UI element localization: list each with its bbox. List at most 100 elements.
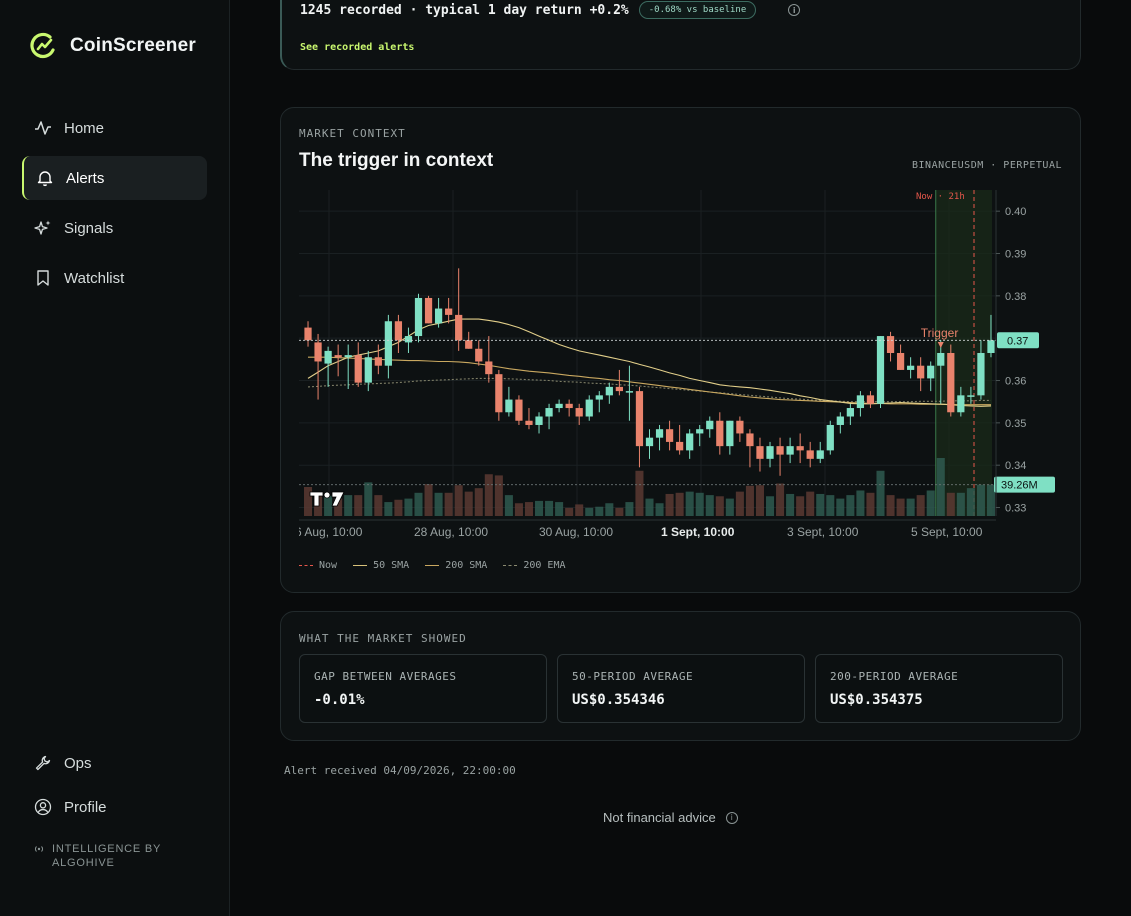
candle-body (515, 399, 523, 421)
volume-bar (856, 490, 865, 516)
sidebar-item-label: Signals (64, 219, 114, 237)
current-price-label: 0.37 (1007, 335, 1028, 347)
volume-bar (776, 483, 785, 516)
volume-bar (404, 498, 413, 516)
candle-body (856, 395, 865, 409)
volume-bar (816, 493, 825, 516)
market-context-title: The trigger in context (299, 150, 494, 171)
stat-label: GAP BETWEEN AVERAGES (314, 670, 457, 683)
volume-bar (625, 502, 634, 516)
candle-body (595, 395, 603, 400)
candle-body (706, 420, 714, 430)
sidebar-item-watchlist[interactable]: Watchlist (22, 256, 207, 300)
sidebar-item-profile[interactable]: Profile (22, 785, 207, 829)
volume-bar (394, 499, 403, 516)
volume-bar (484, 474, 493, 516)
stat-value: -0.01% (314, 692, 365, 708)
candle-body (495, 374, 503, 413)
ema-200-line (307, 377, 991, 403)
candle-body (525, 420, 533, 425)
candle-body (605, 386, 613, 396)
powered-by-line1: INTELLIGENCE BY (52, 843, 162, 855)
volume-bar (565, 507, 574, 516)
candle-body (676, 441, 684, 451)
candlestick-chart[interactable]: Now · 21h 0.37 39.26M Trigger 0.40 0.39 0.38 0.… (295, 186, 1064, 556)
info-icon[interactable]: i (788, 4, 801, 16)
volume-bar (986, 484, 995, 516)
x-tick-label: 3 Sept, 10:00 (787, 525, 859, 539)
candle-body (404, 336, 413, 343)
candle-body (876, 336, 885, 404)
stat-label: 50-PERIOD AVERAGE (572, 670, 694, 683)
bell-icon (36, 169, 54, 187)
market-stats-card: WHAT THE MARKET SHOWED GAP BETWEEN AVERA… (280, 611, 1081, 741)
volume-bar (735, 491, 744, 516)
price-chart[interactable]: Now · 21h 0.37 39.26M Trigger 0.40 0.39 0.38 0.… (295, 186, 1064, 556)
candle-body (766, 446, 774, 459)
sidebar-item-home[interactable]: Home (22, 106, 207, 150)
candle-body (816, 450, 824, 459)
market-stats-eyebrow: WHAT THE MARKET SHOWED (299, 632, 467, 645)
candle-body (967, 395, 975, 397)
see-recorded-alerts-link[interactable]: See recorded alerts (300, 42, 414, 53)
summary-line: 1245 recorded · typical 1 day return +0.… (300, 1, 801, 19)
candle-body (866, 395, 875, 404)
candle-body (344, 355, 352, 358)
candle-body (957, 395, 965, 413)
info-icon[interactable]: i (725, 811, 738, 824)
volume-bar (906, 498, 915, 516)
coinscreener-logo-icon (30, 32, 55, 59)
candle-body (505, 399, 513, 413)
sidebar-item-signals[interactable]: Signals (22, 206, 207, 250)
candle-body (786, 446, 794, 455)
candle-body (364, 357, 372, 383)
x-tick-label: 30 Aug, 10:00 (539, 525, 613, 539)
sidebar-item-alerts[interactable]: Alerts (22, 156, 207, 200)
sidebar-item-label: Profile (64, 798, 107, 816)
candle-body (475, 348, 483, 362)
volume-bar (876, 470, 885, 516)
legend-label: 200 SMA (445, 560, 488, 571)
volume-bar (675, 492, 684, 516)
legend-item-50-sma: 50 SMA (353, 560, 409, 571)
x-tick-label: 1 Sept, 10:00 (661, 525, 735, 539)
app-logo[interactable]: CoinScreener (30, 32, 196, 60)
volume-bar (454, 485, 463, 516)
market-context-eyebrow: MARKET CONTEXT (299, 127, 406, 140)
candle-body (384, 321, 392, 366)
sidebar: CoinScreener Home Alerts Signals Watchli… (0, 0, 230, 916)
candle-body (374, 357, 382, 366)
candle-body (927, 365, 935, 379)
candle-body (726, 420, 734, 447)
candle-body (686, 433, 694, 451)
candle-body (716, 420, 724, 447)
candle-body (314, 342, 322, 362)
candle-body (977, 353, 985, 396)
baseline-pill: -0.68% vs baseline (638, 1, 757, 19)
y-tick-label: 0.40 (1005, 206, 1026, 218)
candle-body (665, 429, 674, 442)
candle-body (535, 416, 543, 425)
y-tick-label: 0.35 (1005, 418, 1026, 430)
candle-body (987, 340, 995, 353)
volume-bar (685, 491, 694, 516)
candle-body (736, 420, 744, 434)
y-tick-label: 0.34 (1005, 460, 1026, 472)
candle-body (414, 297, 423, 337)
volume-bar (796, 496, 805, 516)
volume-bar (946, 492, 955, 516)
sidebar-item-ops[interactable]: Ops (22, 741, 207, 785)
x-tick-label: 5 Sept, 10:00 (911, 525, 983, 539)
volume-bar (575, 504, 584, 516)
volume-bar (695, 492, 704, 516)
candle-body (324, 350, 332, 364)
stat-value: US$0.354375 (830, 692, 923, 708)
volume-bar (474, 488, 483, 516)
legend-item-200-ema: 200 EMA (503, 560, 566, 571)
volume-bar (384, 502, 393, 516)
volume-bar (414, 492, 423, 516)
stat-value: US$0.354346 (572, 692, 665, 708)
candle-body (655, 429, 664, 438)
disclaimer-text: Not financial advice (603, 810, 716, 825)
candle-body (846, 408, 854, 417)
